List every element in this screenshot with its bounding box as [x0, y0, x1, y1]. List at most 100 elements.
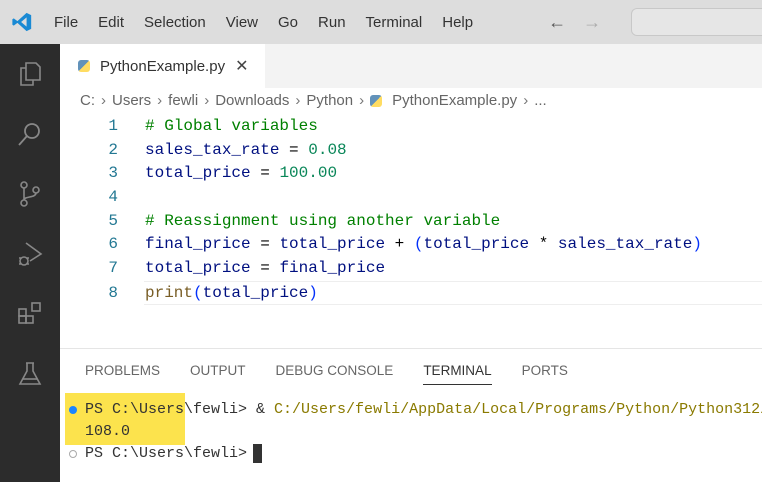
code-token: final_price [279, 259, 386, 278]
terminal-line: PS C:\Users\fewli> & C:/Users/fewli/AppD… [60, 399, 762, 421]
code-token: total_price [279, 235, 386, 254]
code-token: total_price [202, 283, 309, 302]
breadcrumb-item[interactable]: Downloads [215, 92, 289, 109]
code-token: ) [692, 235, 702, 254]
code-token: * [529, 235, 558, 254]
menu-bar: File Edit Selection View Go Run Terminal… [54, 14, 493, 31]
terminal-line: PS C:\Users\fewli> [60, 443, 762, 465]
code-token: sales_tax_rate [145, 140, 280, 159]
line-text: print(total_price) [145, 282, 318, 306]
python-file-icon [78, 60, 90, 72]
tab-python-example[interactable]: PythonExample.py ✕ [60, 44, 265, 88]
menu-view[interactable]: View [226, 14, 258, 31]
code-token: final_price [145, 235, 251, 254]
prompt: PS C:\Users\fewli> [85, 401, 257, 418]
code-line[interactable]: 8 print(total_price) [108, 280, 762, 306]
code-token: sales_tax_rate [557, 235, 693, 254]
command-empty-dot-icon [69, 450, 77, 458]
code-line[interactable]: 5 # Reassignment using another variable [60, 210, 762, 234]
line-text: total_price = 100.00 [145, 162, 337, 186]
line-number: 1 [108, 117, 118, 135]
source-control-icon[interactable] [0, 164, 60, 224]
command-prefix: & [256, 401, 275, 418]
line-number: 2 [108, 140, 118, 159]
explorer-icon[interactable] [0, 44, 60, 104]
breadcrumb-item[interactable]: Users [112, 92, 151, 109]
code-token: = [279, 140, 309, 159]
code-line[interactable]: 2 sales_tax_rate = 0.08 [60, 139, 762, 163]
breadcrumb-item[interactable]: ... [534, 92, 547, 109]
command-center-search[interactable] [631, 8, 762, 36]
menu-run[interactable]: Run [318, 14, 346, 31]
line-text: # Reassignment using another variable [145, 210, 500, 234]
forward-arrow-icon[interactable]: → [583, 12, 601, 32]
code-token: = [250, 235, 280, 254]
terminal[interactable]: PS C:\Users\fewli> & C:/Users/fewli/AppD… [60, 393, 762, 465]
code-line[interactable]: 6 final_price = total_price + (total_pric… [60, 233, 762, 257]
code-line[interactable]: 3 total_price = 100.00 [60, 162, 762, 186]
code-token: = [250, 259, 280, 278]
line-text: final_price = total_price + (total_price… [145, 233, 702, 257]
editor-tab-bar: PythonExample.py ✕ [60, 44, 762, 88]
line-number: 4 [108, 188, 118, 207]
close-icon[interactable]: ✕ [235, 56, 248, 76]
command-path: C:/Users/fewli/AppData/Local/Programs/Py… [274, 401, 762, 418]
python-file-icon [370, 94, 383, 107]
menu-help[interactable]: Help [442, 14, 473, 31]
line-text: total_price = final_price [145, 257, 385, 281]
testing-flask-icon[interactable] [0, 344, 60, 404]
title-bar: File Edit Selection View Go Run Terminal… [0, 0, 762, 44]
code-token: total_price [145, 164, 251, 183]
code-token: 0.08 [308, 140, 347, 159]
line-text: # Global variables [145, 115, 318, 139]
run-debug-icon[interactable] [0, 224, 60, 284]
code-token: ( [193, 283, 203, 302]
breadcrumb-item[interactable]: Python [306, 92, 353, 109]
code-token: # Global variables [145, 117, 318, 135]
code-token: + [385, 235, 414, 254]
extensions-icon[interactable] [0, 284, 60, 344]
vscode-logo-icon [0, 0, 44, 44]
search-icon[interactable] [0, 104, 60, 164]
code-token: # Reassignment using another variable [145, 211, 501, 230]
code-line[interactable]: 1 # Global variables [60, 115, 762, 139]
menu-selection[interactable]: Selection [144, 14, 206, 31]
prompt: PS C:\Users\fewli> [85, 445, 248, 462]
tab-ports[interactable]: PORTS [522, 363, 568, 385]
code-token: print [145, 283, 194, 302]
tab-label: PythonExample.py [100, 57, 226, 75]
code-line[interactable]: 4 [60, 186, 762, 210]
activity-bar [0, 44, 60, 482]
bottom-panel: PROBLEMS OUTPUT DEBUG CONSOLE TERMINAL PORTS… [60, 348, 762, 482]
command-success-dot-icon [69, 406, 77, 414]
code-token: 100.00 [279, 164, 338, 183]
menu-edit[interactable]: Edit [98, 14, 124, 31]
code-token: = [250, 164, 280, 183]
line-number: 5 [108, 211, 118, 230]
breadcrumb-item[interactable]: C: [80, 92, 95, 109]
tab-output[interactable]: OUTPUT [190, 363, 246, 385]
code-editor[interactable]: 1 # Global variables 2 sales_tax_rate = 0.0… [60, 115, 762, 305]
code-token: total_price [145, 259, 251, 278]
menu-file[interactable]: File [54, 14, 78, 31]
line-text: sales_tax_rate = 0.08 [145, 139, 347, 163]
terminal-cursor [253, 443, 263, 463]
tab-problems[interactable]: PROBLEMS [85, 363, 160, 385]
terminal-line: 108.0 [60, 421, 762, 443]
breadcrumb-item[interactable]: fewli [168, 92, 198, 109]
panel-tabs: PROBLEMS OUTPUT DEBUG CONSOLE TERMINAL PORTS [85, 363, 598, 385]
line-number: 6 [108, 235, 118, 254]
menu-terminal[interactable]: Terminal [366, 14, 423, 31]
breadcrumb-item[interactable]: PythonExample.py [392, 92, 517, 109]
code-token: ) [308, 283, 318, 302]
code-token: total_price [423, 235, 530, 254]
breadcrumb: C: › Users › fewli › Downloads › Python › Pyt… [80, 92, 547, 109]
program-output: 108.0 [85, 423, 131, 440]
back-arrow-icon[interactable]: ← [548, 12, 566, 32]
tab-debug-console[interactable]: DEBUG CONSOLE [276, 363, 394, 385]
code-line[interactable]: 7 total_price = final_price [60, 257, 762, 281]
menu-go[interactable]: Go [278, 14, 298, 31]
tab-terminal[interactable]: TERMINAL [423, 363, 492, 385]
line-number: 7 [108, 259, 118, 278]
line-number: 3 [108, 164, 118, 183]
